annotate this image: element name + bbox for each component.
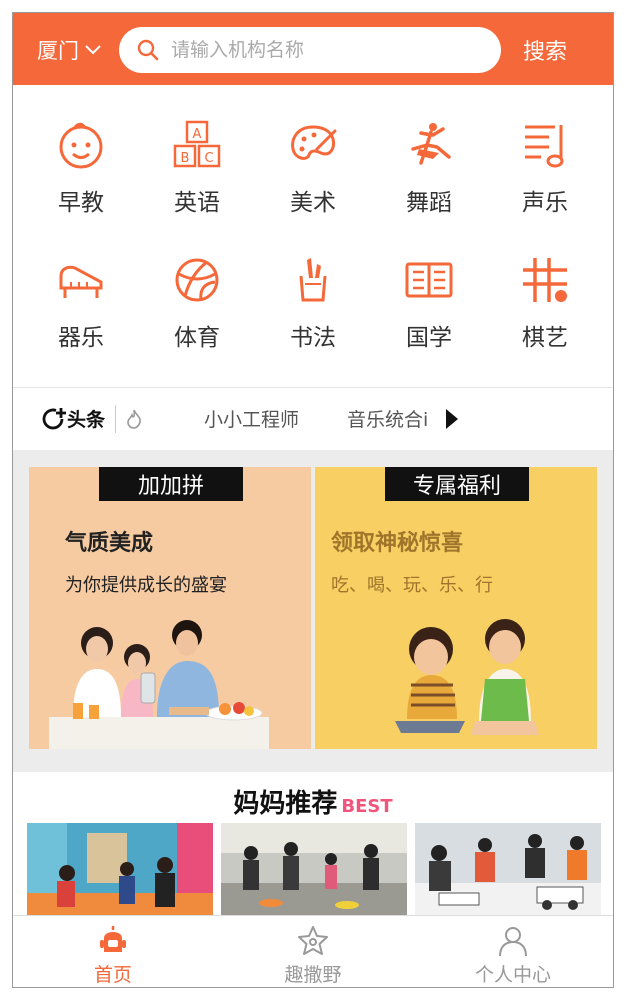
refresh-plus-icon bbox=[42, 407, 66, 429]
promo-card-group-buy[interactable]: 加加拼 气质美成 为你提供成长的盛宴 bbox=[29, 467, 311, 749]
category-early-education[interactable]: 早教 bbox=[23, 119, 139, 254]
person-icon bbox=[499, 927, 527, 957]
category-label: 体育 bbox=[174, 325, 220, 351]
category-chess[interactable]: 棋艺 bbox=[487, 254, 603, 389]
top-bar: 厦门 搜索 bbox=[13, 13, 613, 85]
promo-tag: 加加拼 bbox=[99, 467, 243, 501]
palette-icon bbox=[291, 125, 337, 160]
piano-icon bbox=[59, 265, 103, 298]
basketball-icon bbox=[175, 258, 219, 302]
tab-profile[interactable]: 个人中心 bbox=[413, 916, 613, 987]
category-calligraphy[interactable]: 书法 bbox=[255, 254, 371, 389]
search-box[interactable] bbox=[119, 27, 501, 73]
category-vocal[interactable]: 声乐 bbox=[487, 119, 603, 254]
family-photo bbox=[49, 620, 269, 749]
recommend-item[interactable] bbox=[27, 823, 213, 915]
search-input[interactable] bbox=[171, 39, 471, 61]
category-art[interactable]: 美术 bbox=[255, 119, 371, 254]
recommend-item[interactable] bbox=[415, 823, 601, 915]
abc-blocks-icon: AB C bbox=[173, 120, 221, 168]
category-chinese-studies[interactable]: 国学 bbox=[371, 254, 487, 389]
robot-home-icon bbox=[100, 926, 126, 952]
headline-item[interactable]: 音乐统合i bbox=[347, 405, 439, 432]
promo-card-exclusive-benefit[interactable]: 专属福利 领取神秘惊喜 吃、喝、玩、乐、行 bbox=[315, 467, 597, 749]
promo-subtitle: 为你提供成长的盛宴 bbox=[65, 575, 227, 596]
search-button[interactable]: 搜索 bbox=[523, 34, 567, 66]
category-label: 器乐 bbox=[58, 325, 104, 351]
tab-explore[interactable]: 趣撒野 bbox=[213, 916, 413, 987]
tab-label: 趣撒野 bbox=[284, 964, 342, 986]
category-english[interactable]: ABC 英语 bbox=[139, 119, 255, 254]
classroom-photo bbox=[27, 823, 213, 915]
category-sports[interactable]: 体育 bbox=[139, 254, 255, 389]
category-label: 声乐 bbox=[522, 190, 568, 216]
category-label: 国学 bbox=[406, 325, 452, 351]
category-label: 美术 bbox=[290, 190, 336, 216]
search-icon bbox=[137, 39, 159, 61]
chess-grid-icon bbox=[523, 258, 567, 302]
headline-logo: 头条 bbox=[41, 405, 105, 432]
baby-face-icon bbox=[59, 122, 103, 169]
recommend-title: 妈妈推荐 bbox=[233, 789, 338, 819]
category-label: 英语 bbox=[174, 190, 220, 216]
music-note-icon bbox=[525, 125, 564, 168]
recommend-item[interactable] bbox=[221, 823, 407, 915]
star-icon bbox=[298, 926, 328, 955]
bottom-tab-bar: 首页 趣撒野 个人中心 bbox=[13, 915, 613, 987]
brush-pot-icon bbox=[299, 258, 327, 302]
category-dance[interactable]: 舞蹈 bbox=[371, 119, 487, 254]
promo-tag: 专属福利 bbox=[385, 467, 529, 501]
category-grid: 早教 ABC 英语 美术 舞蹈 声乐 器乐 体育 书法 国学 棋艺 bbox=[13, 85, 613, 387]
promo-subtitle: 吃、喝、玩、乐、行 bbox=[331, 575, 493, 596]
app-frame: 厦门 搜索 早教 ABC 英语 美术 舞蹈 声乐 bbox=[12, 12, 614, 988]
kids-photo bbox=[395, 619, 539, 735]
svg-text:B: B bbox=[181, 151, 190, 166]
category-label: 书法 bbox=[290, 325, 336, 351]
tab-label: 首页 bbox=[93, 964, 132, 986]
recommend-list bbox=[27, 823, 601, 915]
chevron-down-icon bbox=[85, 45, 101, 55]
svg-text:A: A bbox=[193, 127, 202, 142]
open-book-icon bbox=[405, 262, 453, 298]
category-label: 舞蹈 bbox=[406, 190, 452, 216]
headline-ticker[interactable]: 头条 小小工程师 音乐统合i bbox=[13, 387, 613, 449]
city-selector[interactable]: 厦门 bbox=[37, 35, 101, 65]
svg-text:C: C bbox=[204, 151, 213, 166]
robotics-photo bbox=[415, 823, 601, 915]
best-badge: BEST bbox=[341, 796, 393, 817]
city-label: 厦门 bbox=[37, 39, 79, 63]
category-label: 棋艺 bbox=[522, 325, 568, 351]
fire-icon bbox=[127, 409, 141, 429]
tab-label: 个人中心 bbox=[474, 964, 551, 986]
tab-home[interactable]: 首页 bbox=[13, 916, 213, 987]
activity-photo bbox=[221, 823, 407, 915]
dancer-icon bbox=[411, 123, 451, 165]
play-arrow-icon[interactable] bbox=[445, 408, 459, 430]
category-instrument[interactable]: 器乐 bbox=[23, 254, 139, 389]
promo-title: 气质美成 bbox=[65, 531, 154, 556]
promo-title: 领取神秘惊喜 bbox=[331, 531, 464, 556]
recommend-heading: 妈妈推荐 BEST bbox=[13, 783, 613, 820]
headline-item[interactable]: 小小工程师 bbox=[204, 405, 299, 432]
category-label: 早教 bbox=[58, 190, 104, 216]
headline-logo-text: 头条 bbox=[67, 409, 106, 431]
divider bbox=[115, 404, 117, 433]
